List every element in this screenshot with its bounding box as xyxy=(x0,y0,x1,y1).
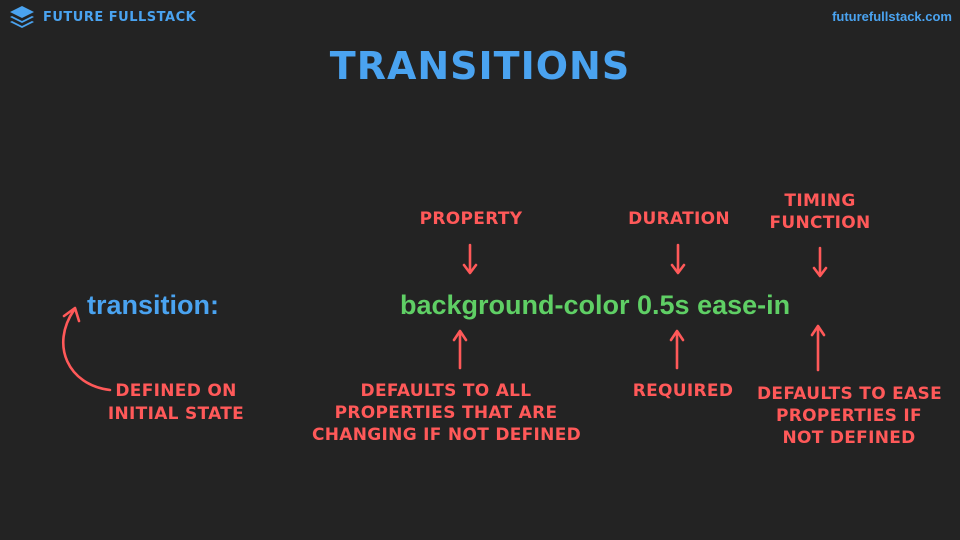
arrow-up-required xyxy=(669,329,685,370)
arrow-up-defaults-ease xyxy=(810,324,826,372)
arrow-down-property xyxy=(462,243,478,275)
annotation-arrows xyxy=(62,243,828,392)
arrow-curved-defined-on xyxy=(62,306,112,392)
arrow-down-duration xyxy=(670,243,686,275)
arrow-down-timing-function xyxy=(812,246,828,278)
arrow-up-defaults-all xyxy=(452,329,468,370)
